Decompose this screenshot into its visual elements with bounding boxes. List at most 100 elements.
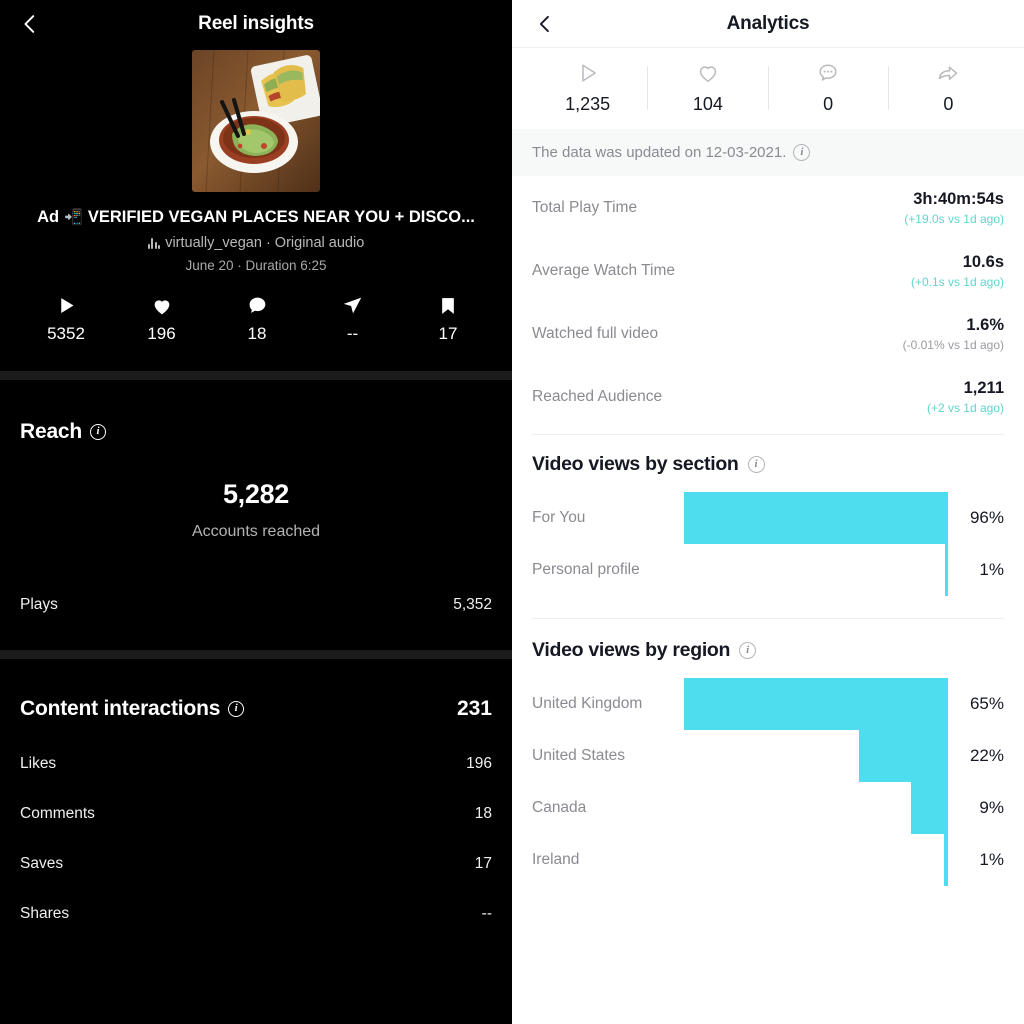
- metric-value: 1,211: [963, 378, 1004, 397]
- bar-value: 65%: [969, 693, 1004, 713]
- reel-thumbnail-wrap: [0, 48, 512, 192]
- row-value: --: [481, 904, 492, 922]
- stat-likes[interactable]: 104: [648, 60, 767, 115]
- bar-fill: [911, 781, 948, 834]
- interactions-row-likes: Likes 196: [20, 755, 492, 773]
- interactions-title: Content interactions: [20, 696, 221, 720]
- caption-primary: Ad 📲 VERIFIED VEGAN PLACES NEAR YOU + DI…: [14, 208, 498, 228]
- bar-label: For You: [532, 508, 586, 526]
- interactions-row-comments: Comments 18: [20, 805, 492, 823]
- row-label: Saves: [20, 854, 64, 872]
- metric-row: Watched full video 1.6% (-0.01% vs 1d ag…: [532, 302, 1004, 365]
- info-icon[interactable]: i: [793, 144, 811, 161]
- bar-chart: For You 96% Personal profile 1%: [532, 491, 1004, 596]
- comment-outline-icon: [816, 60, 840, 86]
- bar-track: [684, 491, 948, 544]
- stat-shares[interactable]: --: [333, 295, 373, 344]
- metric-delta: (+0.1s vs 1d ago): [910, 274, 1004, 289]
- audio-attribution[interactable]: virtually_vegan · Original audio: [14, 235, 498, 251]
- comment-icon: [247, 295, 268, 317]
- reach-header: Reach i: [20, 420, 492, 444]
- bookmark-icon: [438, 295, 458, 317]
- bar-fill: [684, 491, 948, 544]
- dual-screenshot-container: Reel insights Ad 📲 VERIFIED VEGAN PLACES…: [0, 0, 1024, 1024]
- bar-value: 1%: [979, 559, 1004, 579]
- reach-summary: 5,282 Accounts reached: [20, 479, 492, 541]
- ad-label: Ad: [37, 208, 60, 226]
- metric-value: 3h:40m:54s: [913, 190, 1004, 208]
- interactions-header: Content interactions i 231: [20, 697, 492, 721]
- metric-row: Reached Audience 1,211 (+2 vs 1d ago): [532, 365, 1004, 428]
- share-outline-icon: [936, 60, 960, 86]
- stat-value: 196: [147, 323, 176, 343]
- bar-row: Personal profile 1%: [532, 543, 1004, 596]
- bar-label: United States: [532, 746, 626, 764]
- tt-stat-row: 1,235 104 0 0: [512, 48, 1024, 129]
- bar-row: United Kingdom 65%: [532, 677, 1004, 730]
- accounts-reached-value: 5,282: [222, 478, 290, 509]
- stat-value: 1,235: [565, 94, 611, 114]
- play-outline-icon: [576, 60, 600, 86]
- reach-row-plays: Plays 5,352: [20, 596, 492, 614]
- audio-label: virtually_vegan · Original audio: [165, 234, 365, 251]
- metric-delta: (-0.01% vs 1d ago): [902, 337, 1004, 352]
- stat-comments[interactable]: 18: [237, 295, 277, 344]
- metric-value: 10.6s: [962, 252, 1004, 271]
- row-value: 17: [474, 854, 492, 872]
- back-button[interactable]: [532, 11, 558, 37]
- bar-value: 9%: [979, 797, 1004, 817]
- metric-label: Reached Audience: [532, 387, 663, 405]
- metric-label: Average Watch Time: [532, 261, 676, 279]
- chart-views-by-region: Video views by region i United Kingdom 6…: [512, 619, 1024, 886]
- stat-value: 18: [247, 323, 267, 343]
- bar-value: 1%: [979, 849, 1004, 869]
- stat-plays[interactable]: 5352: [46, 295, 86, 344]
- bar-label: United Kingdom: [532, 694, 643, 712]
- info-icon[interactable]: i: [747, 455, 765, 473]
- back-button[interactable]: [16, 10, 44, 38]
- bar-track: [684, 677, 948, 730]
- bar-row: United States 22%: [532, 729, 1004, 782]
- stat-likes[interactable]: 196: [142, 295, 182, 344]
- metric-delta: (+2 vs 1d ago): [926, 400, 1004, 415]
- stat-shares[interactable]: 0: [889, 60, 1008, 115]
- reel-thumbnail[interactable]: [192, 50, 320, 192]
- heart-icon: [151, 295, 173, 317]
- page-title: Analytics: [726, 12, 810, 34]
- reach-title: Reach: [20, 419, 83, 443]
- bar-label: Personal profile: [532, 560, 640, 578]
- ig-header: Reel insights: [0, 0, 512, 48]
- post-meta: June 20 · Duration 6:25: [185, 257, 327, 273]
- stat-value: 0: [943, 94, 954, 114]
- row-value: 196: [466, 754, 492, 772]
- row-label: Likes: [20, 754, 57, 772]
- tiktok-analytics-panel: Analytics 1,235 104 0 0 The data was upd…: [512, 0, 1024, 1024]
- chart-title: Video views by section: [532, 452, 739, 475]
- stat-saves[interactable]: 17: [428, 295, 468, 344]
- metrics-list: Total Play Time 3h:40m:54s (+19.0s vs 1d…: [512, 176, 1024, 435]
- share-icon: [342, 295, 363, 317]
- bar-track: [684, 833, 948, 886]
- bar-label: Ireland: [532, 850, 580, 868]
- bar-value: 22%: [969, 745, 1004, 765]
- bar-fill: [858, 729, 948, 782]
- metric-row: Average Watch Time 10.6s (+0.1s vs 1d ag…: [532, 239, 1004, 302]
- reel-stat-row: 5352 196 18 -- 17: [0, 295, 512, 344]
- info-icon[interactable]: i: [228, 700, 245, 717]
- stat-views[interactable]: 1,235: [528, 60, 647, 115]
- stat-comments[interactable]: 0: [769, 60, 888, 115]
- chart-header: Video views by section i: [532, 453, 1004, 476]
- heart-outline-icon: [696, 60, 720, 86]
- bar-label: Canada: [532, 798, 587, 816]
- section-divider: [0, 370, 512, 380]
- interactions-row-saves: Saves 17: [20, 855, 492, 873]
- mobile-phone-arrow-icon: 📲: [64, 209, 83, 227]
- metric-delta: (+19.0s vs 1d ago): [904, 211, 1004, 226]
- caption-text: VERIFIED VEGAN PLACES NEAR YOU + DISCO..…: [87, 208, 475, 226]
- tt-header: Analytics: [512, 0, 1024, 48]
- chart-title: Video views by region: [532, 638, 731, 661]
- stat-value: 5352: [47, 323, 85, 343]
- info-icon[interactable]: i: [739, 641, 757, 659]
- bar-value: 96%: [969, 507, 1004, 527]
- info-icon[interactable]: i: [90, 423, 107, 440]
